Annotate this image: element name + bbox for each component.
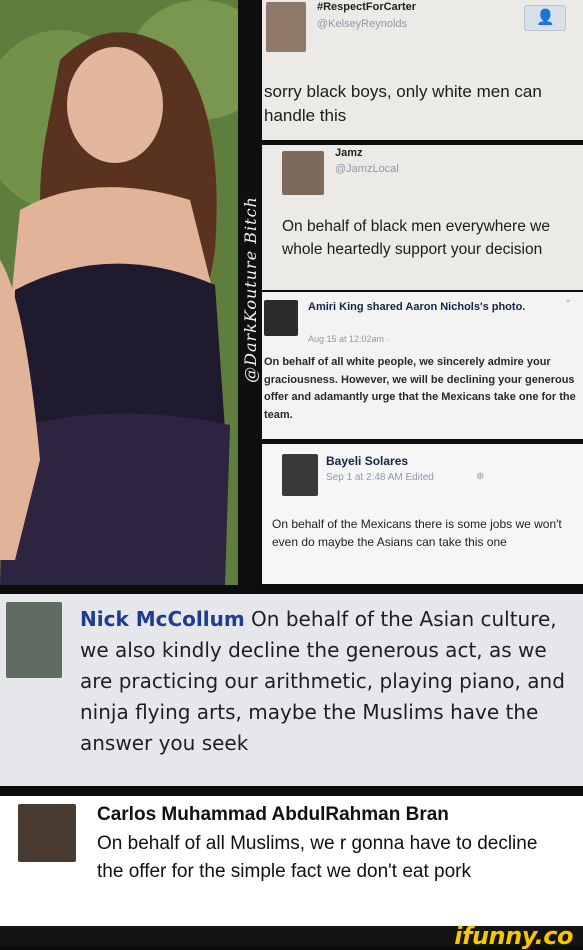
facebook-comment: Bayeli Solares Sep 1 at 2:48 AM Edited ⊕… [262,444,583,584]
watermark-strip: @DarkKouture Bitch [238,0,262,585]
watermark-text: @DarkKouture Bitch [241,196,260,383]
chevron-down-icon[interactable]: ⌄ [564,294,572,305]
tweet-handle[interactable]: #RespectForCarter [317,1,416,13]
post-header[interactable]: Amiri King shared Aaron Nichols's photo. [308,300,548,315]
reply-post: Jamz @JamzLocal On behalf of black men e… [262,145,583,290]
reply-text: On behalf of black men everywhere we who… [282,218,550,258]
profile-photo [0,0,240,585]
avatar[interactable] [264,300,298,336]
avatar[interactable] [266,2,306,52]
reply-username[interactable]: @JamzLocal [335,163,399,175]
comment-name[interactable]: Bayeli Solares [326,454,408,468]
globe-icon: ⊕ [476,471,485,482]
post-text: On behalf of all white people, we sincer… [264,356,576,421]
follow-button[interactable]: 👤 [524,5,566,31]
commenter-name[interactable]: Nick McCollum [80,607,245,631]
follow-icon: 👤 [536,9,555,26]
facebook-post: Amiri King shared Aaron Nichols's photo.… [262,292,583,439]
commenter-name[interactable]: Carlos Muhammad AbdulRahman Bran [97,804,449,826]
comment-text: On behalf of all Muslims, we r gonna hav… [97,833,538,882]
comment-text: On behalf of the Mexicans there is some … [272,517,562,549]
tweet-text: sorry black boys, only white men can han… [264,82,542,125]
avatar[interactable] [6,602,62,678]
reply-name[interactable]: Jamz [335,147,363,159]
post-time[interactable]: Aug 15 at 12:02am · [308,334,390,344]
avatar[interactable] [282,151,324,195]
comment-nick: Nick McCollum On behalf of the Asian cul… [0,594,583,786]
avatar[interactable] [282,454,318,496]
photo-illustration [0,0,240,585]
comment-carlos: Carlos Muhammad AbdulRahman Bran On beha… [0,796,583,926]
avatar[interactable] [18,804,76,862]
comment-time[interactable]: Sep 1 at 2:48 AM Edited [326,472,434,483]
comment-body: Nick McCollum On behalf of the Asian cul… [80,604,578,759]
tweet-post: #RespectForCarter @KelseyReynolds 👤 sorr… [262,0,583,140]
tweet-username[interactable]: @KelseyReynolds [317,18,407,30]
